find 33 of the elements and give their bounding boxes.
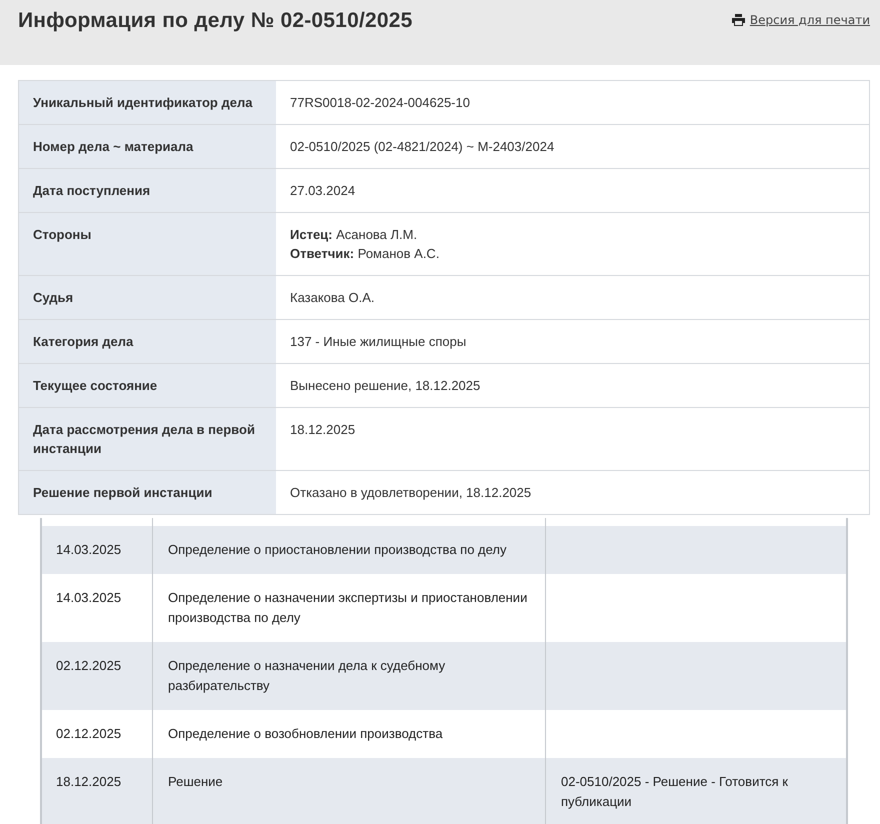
field-value: Истец: Асанова Л.М. bbox=[290, 226, 418, 244]
publication-status: 02-0510/2025 - Решение - Готовится к публикации bbox=[561, 774, 788, 809]
field-value: 77RS0018-02-2024-004625-10 bbox=[290, 94, 471, 112]
document-date: 02.12.2025 bbox=[56, 658, 122, 673]
field-label: Категория дела bbox=[18, 320, 276, 364]
field-value: 27.03.2024 bbox=[290, 182, 356, 200]
field-value: Отказано в удовлетворении, 18.12.2025 bbox=[290, 484, 532, 502]
field-label: Номер дела ~ материала bbox=[18, 124, 276, 168]
field-value: 02-0510/2025 (02-4821/2024) ~ М-2403/2024 bbox=[290, 138, 556, 156]
document-name: Определение о назначении экспертизы и приостановлении производства по делу bbox=[168, 590, 528, 625]
field-label: Текущее состояние bbox=[18, 364, 276, 408]
print-version-link[interactable]: Версия для печати bbox=[732, 13, 870, 27]
field-value: Вынесено решение, 18.12.2025 bbox=[290, 377, 482, 395]
page-title: Информация по делу № 02-0510/2025 bbox=[18, 9, 412, 33]
document-date: 14.03.2025 bbox=[56, 590, 122, 605]
field-label: Уникальный идентификатор дела bbox=[18, 80, 276, 124]
document-name: Определение о возобновлении производства bbox=[168, 726, 443, 741]
document-date: 02.12.2025 bbox=[56, 726, 122, 741]
field-label: Решение первой инстанции bbox=[18, 470, 276, 514]
field-label: Судья bbox=[18, 276, 276, 320]
printer-icon bbox=[732, 14, 745, 26]
document-name: Определение о приостановлении производства по делу bbox=[168, 542, 507, 557]
field-value: Казакова О.А. bbox=[290, 289, 376, 307]
document-date: 18.12.2025 bbox=[56, 774, 122, 789]
field-value: Ответчик: Романов А.С. bbox=[290, 245, 440, 263]
document-name: Определение о назначении дела к судебному разбирательству bbox=[168, 658, 446, 693]
field-label: Дата поступления bbox=[18, 168, 276, 212]
field-value: 137 - Иные жилищные споры bbox=[290, 333, 468, 351]
document-date: 14.03.2025 bbox=[56, 542, 122, 557]
field-value: 18.12.2025 bbox=[290, 421, 356, 439]
field-label: Дата рассмотрения дела в первой инстанции bbox=[18, 408, 276, 470]
field-label: Стороны bbox=[18, 212, 276, 276]
document-name: Решение bbox=[168, 774, 223, 789]
